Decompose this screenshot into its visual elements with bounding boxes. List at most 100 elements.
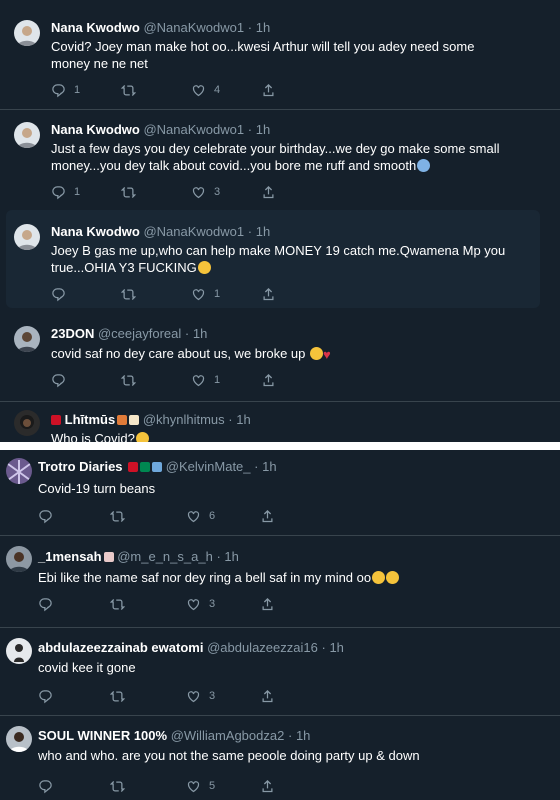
like-button[interactable]: 5: [186, 778, 215, 794]
separator-dot: ·: [287, 728, 293, 743]
user-handle[interactable]: @KelvinMate_: [166, 459, 251, 474]
like-count: 6: [209, 510, 216, 522]
timestamp[interactable]: 1h: [262, 459, 276, 474]
display-name[interactable]: Trotro Diaries: [38, 459, 123, 474]
reply-icon: [38, 509, 53, 524]
avatar[interactable]: [6, 638, 32, 664]
tweet[interactable]: abdulazeezzainab ewatomi @abdulazeezzai1…: [0, 628, 560, 716]
user-handle[interactable]: @abdulazeezzai16: [207, 640, 318, 655]
tweet[interactable]: Trotro Diaries @KelvinMate_ · 1h Covid-1…: [0, 450, 560, 536]
reply-button[interactable]: [38, 508, 61, 524]
tweet-highlighted[interactable]: Nana Kwodwo @NanaKwodwo1 · 1h Joey B gas…: [6, 210, 540, 308]
retweet-button[interactable]: [110, 508, 133, 524]
avatar[interactable]: [6, 726, 32, 752]
display-name[interactable]: abdulazeezzainab ewatomi: [38, 640, 203, 655]
ghana-flag-icon: [128, 462, 139, 472]
user-handle[interactable]: @NanaKwodwo1: [143, 20, 244, 35]
avatar[interactable]: [14, 224, 40, 250]
reply-button[interactable]: [38, 596, 61, 612]
retweet-button[interactable]: [121, 372, 144, 388]
tweet[interactable]: Nana Kwodwo @NanaKwodwo1 · 1h Covid? Joe…: [0, 0, 560, 110]
retweet-button[interactable]: [121, 82, 144, 98]
display-name[interactable]: Nana Kwodwo: [51, 20, 140, 35]
tweet[interactable]: Nana Kwodwo @NanaKwodwo1 · 1h Just a few…: [0, 110, 560, 206]
rocket-icon: [117, 415, 128, 425]
like-button[interactable]: 3: [191, 184, 220, 200]
avatar[interactable]: [6, 458, 32, 484]
avatar[interactable]: [14, 410, 40, 436]
timestamp[interactable]: 1h: [193, 326, 207, 341]
share-button[interactable]: [260, 596, 275, 612]
timestamp[interactable]: 1h: [224, 549, 238, 564]
reply-button[interactable]: [51, 286, 74, 302]
share-button[interactable]: [261, 286, 276, 302]
timestamp[interactable]: 1h: [329, 640, 343, 655]
like-button[interactable]: 6: [186, 508, 215, 524]
tweet-text: covid saf no dey care about us, we broke…: [51, 345, 511, 362]
tweet[interactable]: SOUL WINNER 100% @WilliamAgbodza2 · 1h w…: [0, 716, 560, 800]
reply-icon: [38, 779, 53, 794]
tweet[interactable]: _1mensah @m_e_n_s_a_h · 1h Ebi like the …: [0, 536, 560, 628]
reply-button[interactable]: 1: [51, 184, 80, 200]
reply-icon: [38, 597, 53, 612]
timestamp[interactable]: 1h: [296, 728, 310, 743]
shrug-emoji: [135, 432, 149, 442]
timestamp[interactable]: 1h: [256, 20, 270, 35]
user-handle[interactable]: @ceejayforeal: [98, 326, 181, 341]
share-button[interactable]: [261, 372, 276, 388]
retweet-icon: [110, 779, 125, 794]
like-count: 5: [209, 780, 216, 792]
avatar[interactable]: [14, 20, 40, 46]
reply-button[interactable]: 1: [51, 82, 80, 98]
tweet-partial[interactable]: Lhītmūs @khynlhitmus · 1h Who is Covid?: [0, 402, 560, 442]
share-button[interactable]: [260, 778, 275, 794]
display-name[interactable]: Lhītmūs: [65, 412, 116, 427]
display-name[interactable]: Nana Kwodwo: [51, 224, 140, 239]
like-button[interactable]: 1: [191, 372, 220, 388]
reply-button[interactable]: [51, 372, 74, 388]
timestamp[interactable]: 1h: [236, 412, 250, 427]
like-button[interactable]: 4: [191, 82, 220, 98]
share-icon: [261, 287, 276, 302]
retweet-icon: [110, 509, 125, 524]
retweet-button[interactable]: [121, 286, 144, 302]
like-icon: [186, 597, 201, 612]
timestamp[interactable]: 1h: [256, 122, 270, 137]
share-button[interactable]: [260, 688, 275, 704]
like-count: 1: [214, 374, 221, 386]
retweet-button[interactable]: [121, 184, 144, 200]
user-handle[interactable]: @khynlhitmus: [143, 412, 225, 427]
retweet-icon: [110, 689, 125, 704]
tweet[interactable]: 23DON @ceejayforeal · 1h covid saf no de…: [0, 312, 560, 402]
tweet-text: Just a few days you dey celebrate your b…: [51, 140, 521, 174]
tweet-text: Who is Covid?: [51, 430, 511, 442]
display-name[interactable]: Nana Kwodwo: [51, 122, 140, 137]
like-button[interactable]: 3: [186, 688, 215, 704]
retweet-button[interactable]: [110, 596, 133, 612]
user-handle[interactable]: @NanaKwodwo1: [143, 122, 244, 137]
like-button[interactable]: 1: [191, 286, 220, 302]
user-handle[interactable]: @NanaKwodwo1: [143, 224, 244, 239]
tweet-text-content: Just a few days you dey celebrate your b…: [51, 141, 500, 173]
avatar[interactable]: [14, 122, 40, 148]
share-button[interactable]: [261, 82, 276, 98]
tweet-header: abdulazeezzainab ewatomi @abdulazeezzai1…: [38, 640, 344, 656]
share-icon: [261, 83, 276, 98]
display-name[interactable]: SOUL WINNER 100%: [38, 728, 167, 743]
reply-button[interactable]: [38, 688, 61, 704]
display-name[interactable]: 23DON: [51, 326, 94, 341]
share-button[interactable]: [261, 184, 276, 200]
timestamp[interactable]: 1h: [256, 224, 270, 239]
retweet-icon: [121, 83, 136, 98]
reply-button[interactable]: [38, 778, 61, 794]
display-name[interactable]: _1mensah: [38, 549, 102, 564]
avatar[interactable]: [6, 546, 32, 572]
user-handle[interactable]: @WilliamAgbodza2: [171, 728, 285, 743]
avatar[interactable]: [14, 326, 40, 352]
user-handle[interactable]: @m_e_n_s_a_h: [117, 549, 213, 564]
separator-dot: ·: [321, 640, 326, 655]
retweet-button[interactable]: [110, 778, 133, 794]
like-button[interactable]: 3: [186, 596, 215, 612]
share-button[interactable]: [260, 508, 275, 524]
retweet-button[interactable]: [110, 688, 133, 704]
